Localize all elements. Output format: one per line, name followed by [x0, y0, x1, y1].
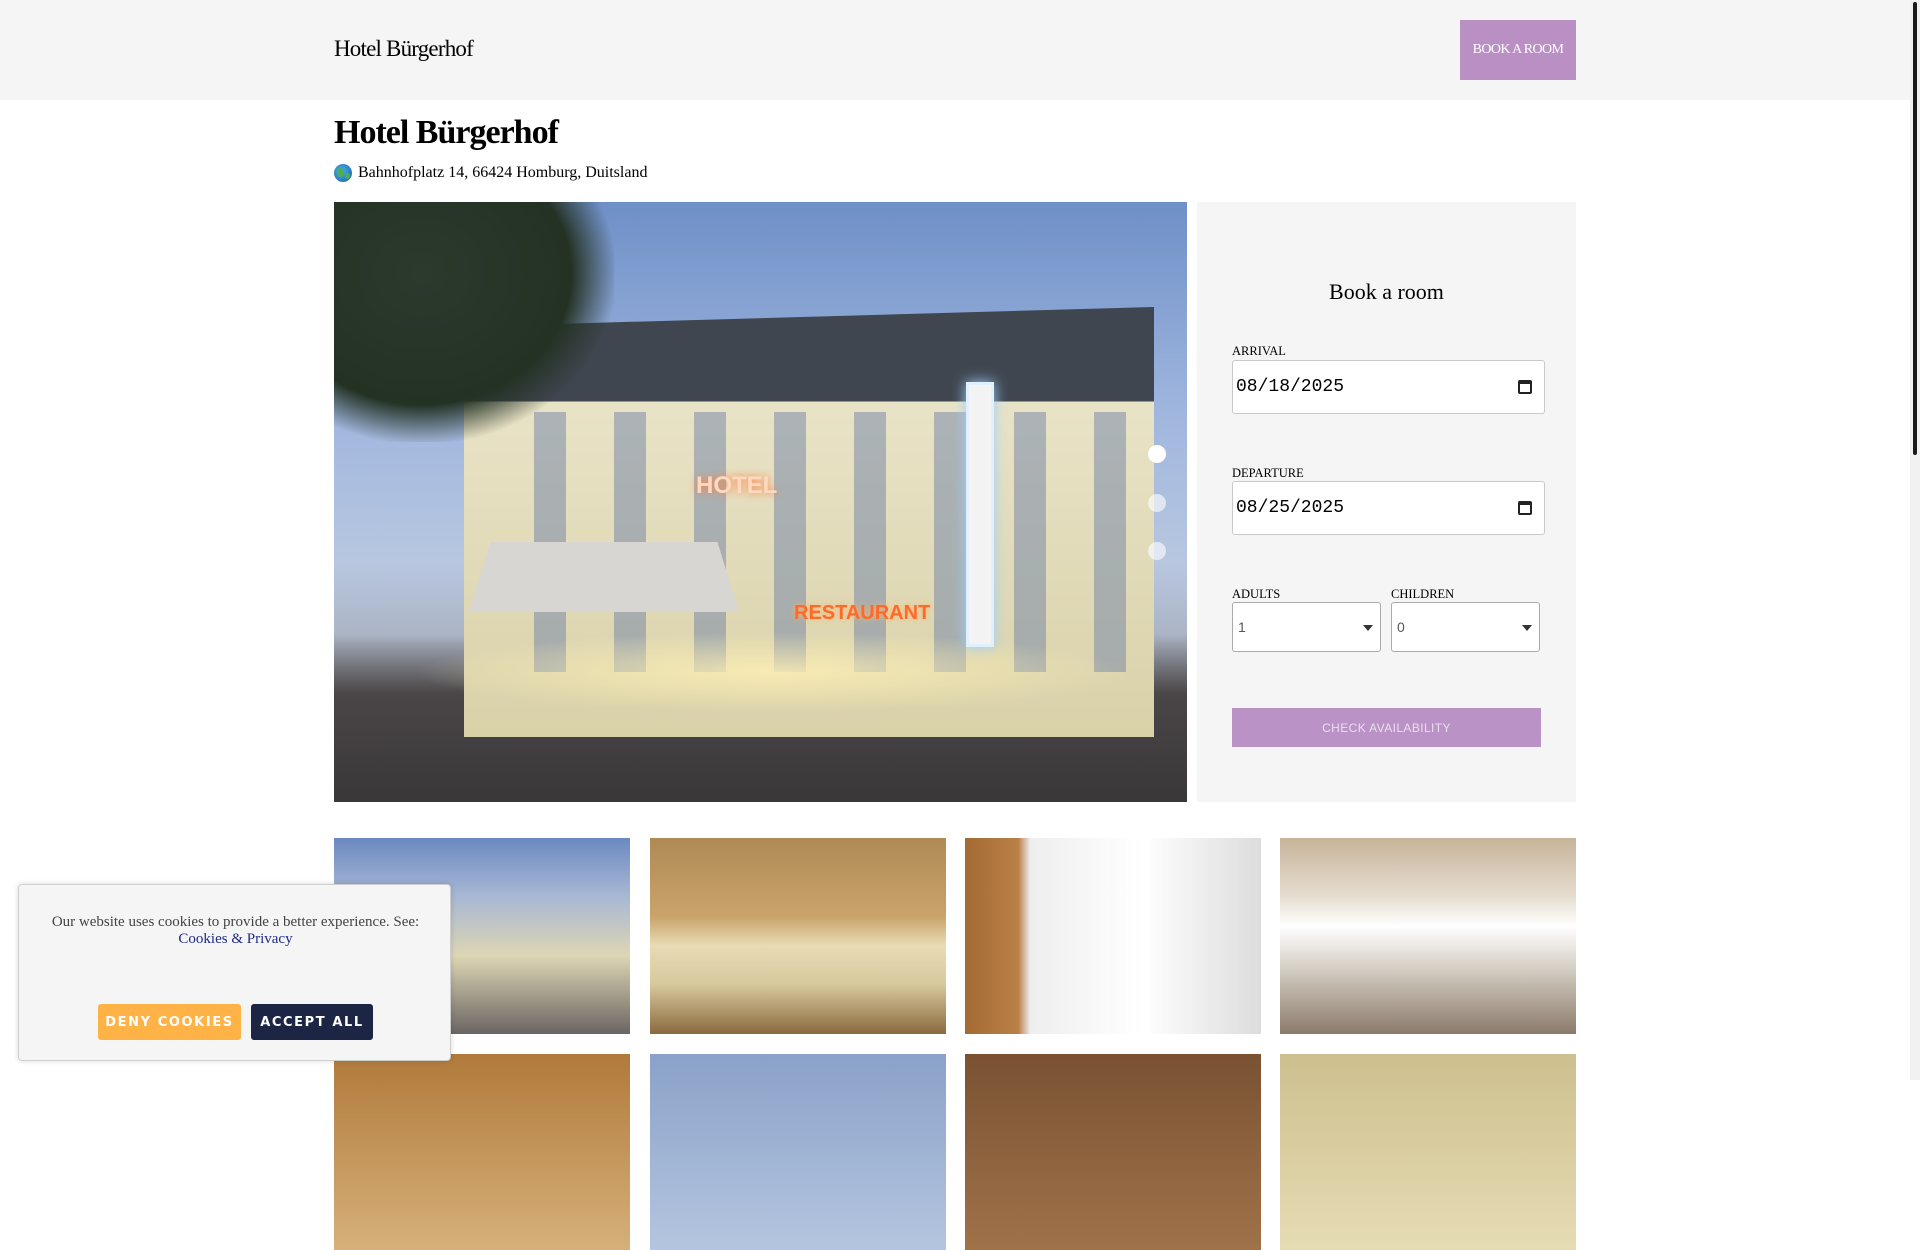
cookie-message: Our website uses cookies to provide a be… — [19, 914, 452, 948]
arrival-date-input[interactable]: 08/18/2025 — [1232, 360, 1545, 414]
cookie-banner: Our website uses cookies to provide a be… — [18, 884, 451, 1061]
gallery-thumb-photo-6[interactable] — [650, 1054, 946, 1250]
gallery-thumb-photo-8[interactable] — [1280, 1054, 1576, 1250]
restaurant-sign: RESTAURANT — [794, 602, 931, 624]
chevron-down-icon — [1522, 625, 1532, 631]
address-text: Bahnhofplatz 14, 66424 Homburg, Duitslan… — [358, 164, 648, 181]
booking-panel: Book a room ARRIVAL 08/18/2025 DEPARTURE… — [1197, 202, 1576, 802]
entrance-awning — [469, 542, 739, 612]
calendar-icon[interactable] — [1518, 501, 1532, 515]
carousel-dot-2[interactable] — [1148, 494, 1166, 512]
cookie-text: Our website uses cookies to provide a be… — [51, 914, 420, 930]
chevron-down-icon — [1363, 625, 1373, 631]
gallery-thumb-photo-5[interactable] — [334, 1054, 630, 1250]
top-navbar: Hotel Bürgerhof BOOK A ROOM — [0, 0, 1910, 100]
carousel-dot-1[interactable] — [1148, 445, 1166, 463]
arrival-date-value: 08/18/2025 — [1236, 377, 1345, 397]
departure-label: DEPARTURE — [1232, 466, 1304, 480]
departure-date-input[interactable]: 08/25/2025 — [1232, 481, 1545, 535]
children-select[interactable]: 0 — [1391, 602, 1540, 652]
accept-all-button[interactable]: ACCEPT ALL — [251, 1004, 373, 1040]
brand-name[interactable]: Hotel Bürgerhof — [334, 36, 474, 62]
adults-select[interactable]: 1 — [1232, 602, 1381, 652]
deny-cookies-button[interactable]: DENY COOKIES — [98, 1004, 241, 1040]
children-value: 0 — [1397, 619, 1405, 635]
scrollbar-thumb[interactable] — [1913, 2, 1917, 455]
hero-image-carousel[interactable]: HOTEL RESTAURANT — [334, 202, 1187, 802]
arrival-label: ARRIVAL — [1232, 344, 1286, 358]
page-title: Hotel Bürgerhof — [334, 114, 559, 151]
check-availability-button[interactable]: CHECK AVAILABILITY — [1232, 708, 1541, 747]
globe-icon — [334, 164, 352, 182]
children-label: CHILDREN — [1391, 587, 1455, 601]
cookies-privacy-link[interactable]: Cookies & Privacy — [178, 931, 292, 947]
hotel-facade-sign: HOTEL — [696, 472, 778, 499]
calendar-icon[interactable] — [1518, 380, 1532, 394]
carousel-dot-3[interactable] — [1148, 542, 1166, 560]
terrace-lights — [414, 632, 1134, 712]
adults-value: 1 — [1238, 619, 1246, 635]
book-a-room-button[interactable]: BOOK A ROOM — [1460, 20, 1576, 80]
gallery-thumb-bedroom[interactable] — [650, 838, 946, 1034]
gallery-thumb-bathroom[interactable] — [965, 838, 1261, 1034]
gallery-thumb-photo-7[interactable] — [965, 1054, 1261, 1250]
hotel-address: Bahnhofplatz 14, 66424 Homburg, Duitslan… — [334, 164, 647, 182]
adults-label: ADULTS — [1232, 587, 1281, 601]
departure-date-value: 08/25/2025 — [1236, 498, 1345, 518]
booking-title: Book a room — [1329, 279, 1444, 304]
page: Hotel Bürgerhof BOOK A ROOM Hotel Bürger… — [0, 0, 1920, 1250]
vertical-hotel-sign — [966, 382, 994, 647]
gallery-thumb-restaurant[interactable] — [1280, 838, 1576, 1034]
tree-foliage — [334, 202, 614, 442]
